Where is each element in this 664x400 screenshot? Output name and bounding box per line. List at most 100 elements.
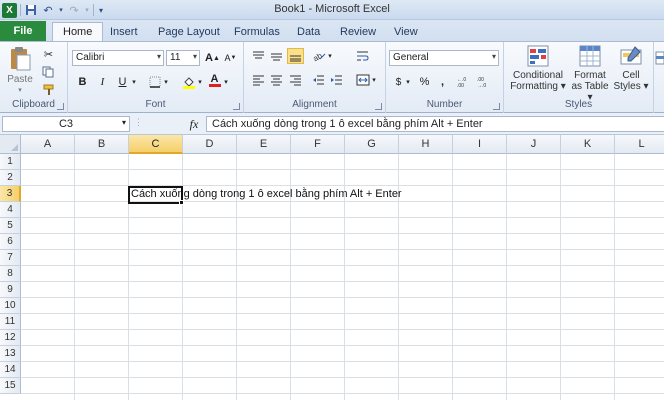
formula-input[interactable]: Cách xuống dòng trong 1 ô excel bằng phí… [206,116,664,132]
fill-color-dropdown-icon[interactable]: ▾ [196,74,204,90]
insert-function-button[interactable]: fx [186,116,202,132]
font-color-button[interactable]: A [206,72,223,88]
column-header-d[interactable]: D [183,135,237,154]
align-top-icon[interactable] [250,48,267,64]
conditional-formatting-button[interactable]: Conditional Formatting ▾ [508,44,568,92]
svg-text:.00: .00 [457,83,464,88]
merge-dropdown-icon[interactable]: ▾ [370,72,378,88]
row-header-13[interactable]: 13 [0,346,21,362]
align-bottom-icon[interactable] [287,48,304,64]
bold-button[interactable]: B [74,74,91,90]
font-name-combo[interactable]: Calibri ▾ [72,50,164,66]
column-header-h[interactable]: H [399,135,453,154]
align-right-icon[interactable] [287,72,304,88]
tab-view[interactable]: View [384,22,428,41]
paste-dropdown-icon[interactable]: ▾ [18,85,22,96]
name-box[interactable]: C3 ▾ [2,116,130,132]
chevron-down-icon: ▾ [156,52,161,61]
chevron-down-icon: ▾ [491,52,496,61]
ribbon-tabs: File Home Insert Page Layout Formulas Da… [0,20,664,41]
borders-dropdown-icon[interactable]: ▾ [162,74,170,90]
copy-icon[interactable] [40,64,57,80]
column-header-i[interactable]: I [453,135,507,154]
cell-styles-button[interactable]: Cell Styles ▾ [612,44,650,92]
font-color-icon: A [210,72,219,85]
tab-insert[interactable]: Insert [100,22,148,41]
chevron-down-icon[interactable]: ▾ [122,118,126,127]
borders-icon[interactable] [146,74,163,90]
tab-review[interactable]: Review [330,22,386,41]
row-header-10[interactable]: 10 [0,298,21,314]
increase-indent-icon[interactable] [328,72,345,88]
fill-handle[interactable] [179,200,184,205]
row-header-8[interactable]: 8 [0,266,21,282]
column-header-a[interactable]: A [21,135,75,154]
format-as-table-icon [578,44,602,68]
column-header-g[interactable]: G [345,135,399,154]
column-header-e[interactable]: E [237,135,291,154]
font-color-dropdown-icon[interactable]: ▾ [222,74,230,90]
row-header-6[interactable]: 6 [0,234,21,250]
tab-home[interactable]: Home [52,22,104,41]
percent-style-button[interactable]: % [416,74,433,90]
cell-styles-label: Cell [622,70,640,81]
format-as-table-button[interactable]: Format as Table ▾ [570,44,610,103]
accounting-dropdown-icon[interactable]: ▾ [404,74,412,90]
align-middle-icon[interactable] [268,48,285,64]
merge-center-icon[interactable] [354,72,371,88]
cut-icon[interactable]: ✂ [40,46,57,62]
decrease-decimal-icon[interactable]: .00 →.0 [476,74,493,90]
row-header-4[interactable]: 4 [0,202,21,218]
formula-bar-splitter-icon[interactable]: ⋮ [134,117,146,131]
paste-button[interactable]: Paste ▾ [4,46,36,96]
insert-cells-icon[interactable] [655,50,664,66]
tab-formulas[interactable]: Formulas [224,22,290,41]
select-all-button[interactable] [0,135,21,154]
number-format-combo[interactable]: General ▾ [389,50,499,66]
tab-page-layout[interactable]: Page Layout [148,22,230,41]
underline-button[interactable]: U [114,74,131,90]
font-dialog-launcher-icon[interactable] [233,103,240,110]
row-header-3[interactable]: 3 [0,186,21,202]
orientation-dropdown-icon[interactable]: ▾ [326,48,334,64]
window-title: Book1 - Microsoft Excel [274,3,390,15]
italic-button[interactable]: I [94,74,111,90]
row-header-5[interactable]: 5 [0,218,21,234]
row-header-12[interactable]: 12 [0,330,21,346]
styles-label: Styles [564,99,593,110]
row-header-2[interactable]: 2 [0,170,21,186]
column-header-l[interactable]: L [615,135,664,154]
grow-font-button[interactable]: A ▲ [204,50,221,66]
alignment-dialog-launcher-icon[interactable] [375,103,382,110]
column-header-k[interactable]: K [561,135,615,154]
orientation-icon[interactable]: ab [310,48,327,64]
number-dialog-launcher-icon[interactable] [493,103,500,110]
column-header-b[interactable]: B [75,135,129,154]
row-header-15[interactable]: 15 [0,378,21,394]
underline-dropdown-icon[interactable]: ▾ [130,74,138,90]
tab-file[interactable]: File [0,21,46,41]
column-header-j[interactable]: J [507,135,561,154]
font-size-combo[interactable]: 11 ▾ [166,50,200,66]
fill-color-icon[interactable] [180,74,197,90]
shrink-font-button[interactable]: A ▼ [222,50,239,66]
row-header-7[interactable]: 7 [0,250,21,266]
row-header-9[interactable]: 9 [0,282,21,298]
alignment-label: Alignment [292,99,337,110]
wrap-text-icon[interactable] [354,48,371,64]
comma-style-button[interactable]: , [434,74,451,90]
column-header-f[interactable]: F [291,135,345,154]
decrease-indent-icon[interactable] [310,72,327,88]
row-header-14[interactable]: 14 [0,362,21,378]
tab-data[interactable]: Data [287,22,330,41]
align-left-icon[interactable] [250,72,267,88]
column-header-c[interactable]: C [129,135,183,154]
paste-label: Paste [7,74,33,85]
cells-group [654,42,664,113]
increase-decimal-icon[interactable]: ←.0.00 [456,74,473,90]
row-header-1[interactable]: 1 [0,154,21,170]
clipboard-dialog-launcher-icon[interactable] [57,103,64,110]
align-center-icon[interactable] [268,72,285,88]
format-painter-icon[interactable] [40,82,57,98]
row-header-11[interactable]: 11 [0,314,21,330]
